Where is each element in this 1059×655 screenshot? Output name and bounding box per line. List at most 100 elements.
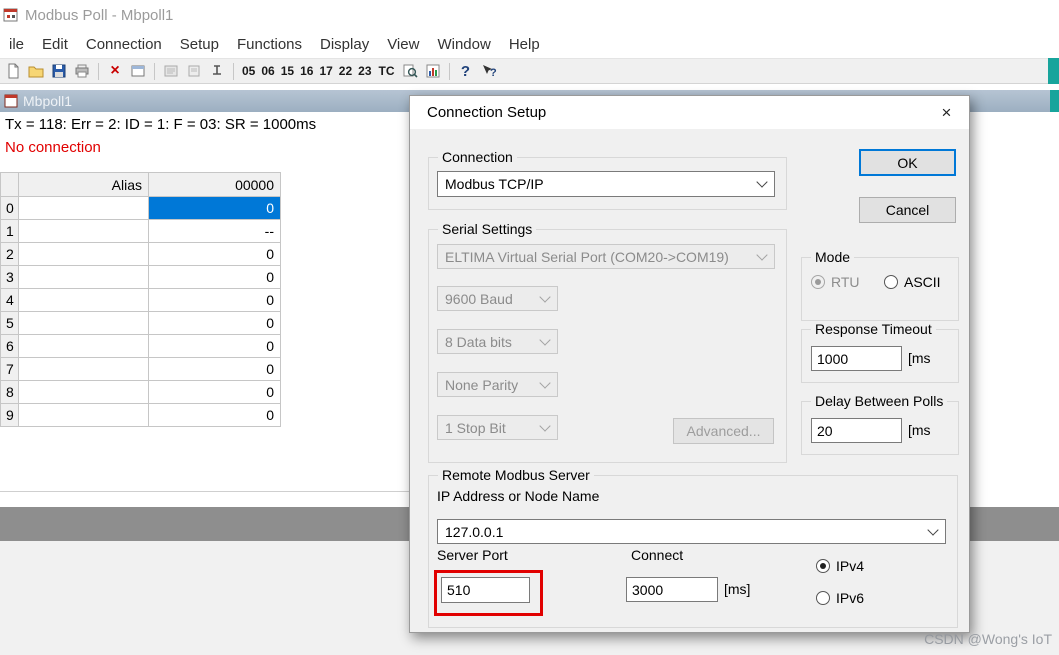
connection-type-select[interactable]: Modbus TCP/IP [437,171,775,197]
fn-06-button[interactable]: 06 [258,64,277,78]
serial-settings-label: Serial Settings [438,221,537,237]
menu-edit[interactable]: Edit [33,32,77,57]
document-title: Mbpoll1 [23,93,73,109]
value-cell[interactable]: 0 [149,358,281,381]
window-icon[interactable] [127,60,149,82]
fn-15-button[interactable]: 15 [278,64,297,78]
value-cell[interactable]: 0 [149,197,281,220]
grid-header: Alias 00000 [0,172,281,197]
value-cell[interactable]: 0 [149,312,281,335]
dialog-titlebar[interactable]: Connection Setup [410,96,969,129]
row-header[interactable]: 3 [0,266,19,289]
menu-functions[interactable]: Functions [228,32,311,57]
ipv6-radio[interactable]: IPv6 [816,590,864,606]
print-icon[interactable] [71,60,93,82]
fn-16-button[interactable]: 16 [297,64,316,78]
menu-display[interactable]: Display [311,32,378,57]
value-cell[interactable]: 0 [149,381,281,404]
alias-cell[interactable] [19,312,149,335]
fn-23-button[interactable]: 23 [355,64,374,78]
col-header-00000: 00000 [149,172,281,197]
alias-cell[interactable] [19,220,149,243]
row-header[interactable]: 7 [0,358,19,381]
context-help-icon[interactable]: ? [478,60,500,82]
response-timeout-input[interactable] [811,346,902,371]
value-cell[interactable]: 0 [149,243,281,266]
fn-22-button[interactable]: 22 [336,64,355,78]
cancel-button[interactable]: Cancel [859,197,956,223]
ip-address-label: IP Address or Node Name [437,488,600,504]
chart-icon[interactable] [422,60,444,82]
row-header[interactable]: 5 [0,312,19,335]
chevron-down-icon [539,419,551,432]
serial-port-select: ELTIMA Virtual Serial Port (COM20->COM19… [437,244,775,269]
row-header[interactable]: 1 [0,220,19,243]
fn-17-button[interactable]: 17 [316,64,335,78]
grid-row: 50 [0,312,281,335]
dialog-title: Connection Setup [427,104,547,121]
row-header[interactable]: 8 [0,381,19,404]
delay-unit: [ms [908,422,931,438]
value-cell[interactable]: 0 [149,335,281,358]
ip-address-select[interactable]: 127.0.0.1 [437,519,946,544]
grid-row: 20 [0,243,281,266]
row-header[interactable]: 6 [0,335,19,358]
grid-row: 90 [0,404,281,427]
pin-icon[interactable] [206,60,228,82]
row-header[interactable]: 2 [0,243,19,266]
alias-cell[interactable] [19,243,149,266]
value-cell[interactable]: -- [149,220,281,243]
menu-ile[interactable]: ile [0,32,33,57]
ok-button[interactable]: OK [859,149,956,176]
open-icon[interactable] [25,60,47,82]
menu-help[interactable]: Help [500,32,549,57]
connect-timeout-input[interactable] [626,577,718,602]
help-icon[interactable]: ? [455,60,477,82]
desktop-strip [1048,58,1059,84]
menu-window[interactable]: Window [428,32,499,57]
ipv4-radio[interactable]: IPv4 [816,558,864,574]
close-icon[interactable]: × [924,96,969,129]
alias-cell[interactable] [19,266,149,289]
server-port-input[interactable] [441,577,530,603]
disconnect-icon[interactable]: × [104,60,126,82]
delay-input[interactable] [811,418,902,443]
ascii-label: ASCII [904,274,941,290]
fn-05-button[interactable]: 05 [239,64,258,78]
app-titlebar: Modbus Poll - Mbpoll1 [0,0,1059,30]
stop-bits-select: 1 Stop Bit [437,415,558,440]
chevron-down-icon [539,376,551,389]
toolbar-separator [233,62,234,80]
save-icon[interactable] [48,60,70,82]
menu-setup[interactable]: Setup [171,32,228,57]
find-icon[interactable] [399,60,421,82]
ip-address-value: 127.0.0.1 [445,523,504,540]
alias-cell[interactable] [19,404,149,427]
menu-view[interactable]: View [378,32,428,57]
alias-cell[interactable] [19,197,149,220]
poll-status-line: Tx = 118: Err = 2: ID = 1: F = 03: SR = … [5,116,317,133]
new-icon[interactable] [2,60,24,82]
ascii-radio[interactable]: ASCII [884,274,941,290]
serial-port-value: ELTIMA Virtual Serial Port (COM20->COM19… [445,248,729,265]
toolbar-separator [154,62,155,80]
menu-connection[interactable]: Connection [77,32,171,57]
alias-cell[interactable] [19,289,149,312]
row-header[interactable]: 0 [0,197,19,220]
value-cell[interactable]: 0 [149,289,281,312]
row-header[interactable]: 9 [0,404,19,427]
grid-row: 30 [0,266,281,289]
rtu-radio: RTU [811,274,860,290]
alias-cell[interactable] [19,381,149,404]
alias-cell[interactable] [19,358,149,381]
ipv6-radio-circle [816,591,830,605]
register-grid: Alias 00000 0 0 1 -- 2 0 3 0 4 0 5 0 6 0 7 0 8 0 9 0 [0,172,281,427]
connection-status: No connection [5,139,101,156]
rtu-label: RTU [831,274,860,290]
value-cell[interactable]: 0 [149,404,281,427]
value-cell[interactable]: 0 [149,266,281,289]
chevron-down-icon [756,176,768,188]
tc-button[interactable]: TC [376,64,398,78]
row-header[interactable]: 4 [0,289,19,312]
alias-cell[interactable] [19,335,149,358]
